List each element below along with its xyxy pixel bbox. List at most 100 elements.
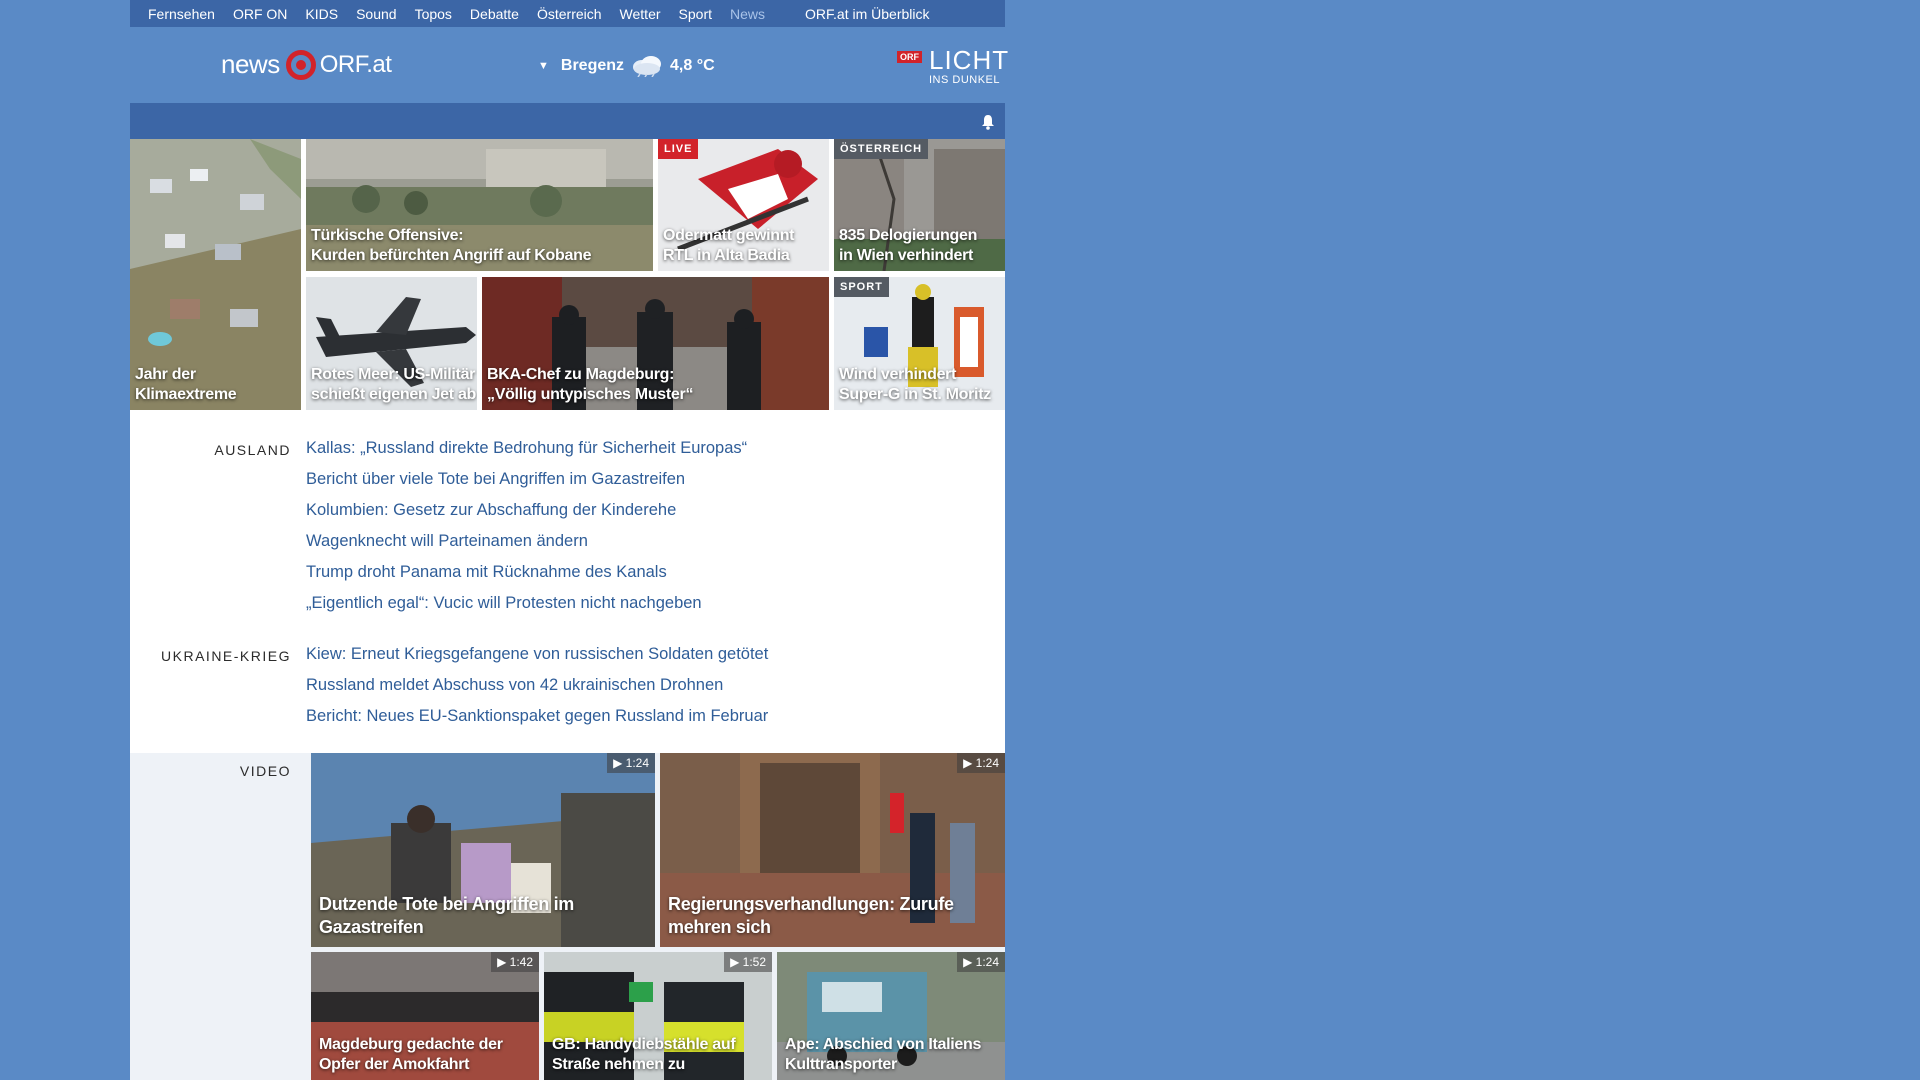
teaser-caption: Odermatt gewinnt RTL in Alta Badia [663, 226, 795, 266]
nav-item-debatte[interactable]: Debatte [452, 6, 519, 22]
section-label-video: VIDEO [239, 763, 291, 779]
video-caption: GB: Handydiebstähle auf Straße nehmen zu [552, 1035, 736, 1075]
weather-temperature: 4,8 °C [670, 57, 715, 74]
main-content: Jahr der Klimaextreme Türkische Offensiv… [130, 139, 1005, 1080]
news-link[interactable]: Kiew: Erneut Kriegsgefangene von russisc… [306, 645, 768, 664]
logo-orf-text: ORF.at [319, 50, 392, 78]
duration-text: 1:52 [742, 955, 766, 969]
caption-line-1: 835 Delogierungen [839, 227, 978, 244]
teaser-odermatt[interactable]: LIVE Odermatt gewinnt RTL in Alta Badia [658, 139, 829, 271]
weather-widget[interactable]: ▼ Bregenz 4,8 °C [538, 55, 715, 77]
licht-ins-dunkel-logo[interactable]: ORF LICHT INS DUNKEL [897, 47, 1008, 89]
nav-item-news[interactable]: News [712, 6, 765, 22]
licht-title: LICHT [929, 45, 1010, 75]
duration-text: 1:24 [975, 756, 999, 770]
teaser-kobane[interactable]: Türkische Offensive: Kurden befürchten An… [306, 139, 653, 271]
live-badge: LIVE [658, 139, 699, 159]
duration-text: 1:24 [625, 756, 649, 770]
news-link[interactable]: Kallas: „Russland direkte Bedrohung für … [306, 439, 747, 458]
caption-line-2: „Völlig untypisches Muster“ [487, 386, 694, 403]
nav-item-sound[interactable]: Sound [338, 6, 396, 22]
caption-line-2: schießt eigenen Jet ab [311, 386, 477, 403]
section-label-ausland: AUSLAND [214, 442, 291, 458]
site-header: news ORF.at ▼ Bregenz 4,8 °C ORF LICHT I… [130, 27, 1008, 103]
category-badge-sport: SPORT [834, 277, 889, 297]
caption-line-1: Türkische Offensive: [311, 227, 464, 244]
news-link[interactable]: Trump droht Panama mit Rücknahme des Kan… [306, 563, 667, 582]
caption-line-2: Straße nehmen zu [552, 1056, 686, 1073]
teaser-caption: Jahr der Klimaextreme [135, 366, 237, 403]
duration-text: 1:42 [509, 955, 533, 969]
video-section: VIDEO ▶ 1:24 Dutzende Tote bei Angriffen… [130, 753, 1005, 1080]
dropdown-triangle-icon: ▼ [538, 60, 549, 72]
video-teaser[interactable]: ▶ 1:24 Ape: Abschied von Italiens Kulttra… [777, 952, 1005, 1080]
orf-eye-icon [285, 49, 316, 80]
video-duration: ▶ 1:24 [957, 952, 1005, 972]
logo-news-text: news [221, 49, 280, 79]
video-caption: Regierungsverhandlungen: Zurufe mehren si… [668, 893, 954, 939]
nav-item-oesterreich[interactable]: Österreich [519, 6, 602, 22]
news-link[interactable]: Bericht: Neues EU-Sanktionspaket gegen R… [306, 707, 768, 726]
teaser-caption: BKA-Chef zu Magdeburg: „Völlig untypische… [487, 365, 693, 405]
video-caption: Dutzende Tote bei Angriffen im Gazastreif… [319, 893, 574, 939]
teaser-bka-magdeburg[interactable]: BKA-Chef zu Magdeburg: „Völlig untypische… [482, 277, 829, 410]
bell-icon[interactable] [981, 114, 995, 130]
nav-item-sport[interactable]: Sport [661, 6, 712, 22]
teaser-caption: Rotes Meer: US-Militär schießt eigenen Je… [311, 365, 476, 405]
top-navigation: Fernsehen ORF ON KIDS Sound Topos Debatt… [130, 0, 1005, 27]
video-duration: ▶ 1:42 [491, 952, 539, 972]
notification-bar [130, 103, 1005, 139]
news-orf-logo[interactable]: news ORF.at [221, 49, 392, 80]
licht-subtitle: INS DUNKEL [929, 74, 1001, 86]
caption-line-2: RTL in Alta Badia [663, 247, 790, 264]
news-link[interactable]: Kolumbien: Gesetz zur Abschaffung der Ki… [306, 501, 676, 520]
video-caption: Ape: Abschied von Italiens Kulttransporte… [785, 1035, 981, 1075]
caption-line-2: mehren sich [668, 917, 771, 937]
teaser-caption: Türkische Offensive: Kurden befürchten An… [311, 226, 591, 266]
video-caption: Magdeburg gedachte der Opfer der Amokfahr… [319, 1035, 503, 1075]
section-label-ukraine-krieg: UKRAINE-KRIEG [161, 648, 291, 664]
teaser-caption: Wind verhindert Super-G in St. Moritz [839, 365, 991, 405]
nav-item-kids[interactable]: KIDS [287, 6, 338, 22]
caption-line-1: GB: Handydiebstähle auf [552, 1036, 736, 1053]
nav-item-overview[interactable]: ORF.at im Überblick [787, 6, 929, 22]
cloud-rain-icon [633, 56, 662, 77]
news-link[interactable]: Wagenknecht will Parteinamen ändern [306, 532, 588, 551]
caption-line-1: Magdeburg gedachte der [319, 1036, 503, 1053]
news-link[interactable]: Russland meldet Abschuss von 42 ukrainis… [306, 676, 723, 695]
teaser-caption: 835 Delogierungen in Wien verhindert [839, 226, 977, 266]
caption-line-2: Kulttransporter [785, 1056, 897, 1073]
teaser-rotes-meer[interactable]: Rotes Meer: US-Militär schießt eigenen Je… [306, 277, 477, 410]
video-teaser[interactable]: ▶ 1:24 Regierungsverhandlungen: Zurufe me… [660, 753, 1005, 947]
weather-location: Bregenz [560, 57, 625, 74]
caption-line-1: Regierungsverhandlungen: Zurufe [668, 894, 954, 914]
nav-item-fernsehen[interactable]: Fernsehen [130, 6, 215, 22]
video-duration: ▶ 1:52 [724, 952, 772, 972]
caption-line-2: Super-G in St. Moritz [839, 386, 991, 403]
video-duration: ▶ 1:24 [607, 753, 655, 773]
nav-item-orf-on[interactable]: ORF ON [215, 6, 287, 22]
teaser-delogierungen[interactable]: ÖSTERREICH 835 Delogierungen in Wien verh… [834, 139, 1005, 271]
caption-line-1: Wind verhindert [839, 366, 957, 383]
video-teaser[interactable]: ▶ 1:24 Dutzende Tote bei Angriffen im Gaz… [311, 753, 655, 947]
duration-text: 1:24 [975, 955, 999, 969]
caption-line-2: Gazastreifen [319, 917, 424, 937]
teaser-super-g[interactable]: SPORT Wind verhindert Super-G in St. Mori… [834, 277, 1005, 410]
licht-orf-badge: ORF [897, 51, 922, 63]
news-link[interactable]: Bericht über viele Tote bei Angriffen im… [306, 470, 685, 489]
caption-line-2: Opfer der Amokfahrt [319, 1056, 470, 1073]
caption-line-1: BKA-Chef zu Magdeburg: [487, 366, 675, 383]
category-badge-oesterreich: ÖSTERREICH [834, 139, 929, 159]
nav-item-topos[interactable]: Topos [397, 6, 452, 22]
news-link[interactable]: „Eigentlich egal“: Vucic will Protesten … [306, 594, 702, 613]
caption-line-1: Dutzende Tote bei Angriffen im [319, 894, 574, 914]
video-duration: ▶ 1:24 [957, 753, 1005, 773]
caption-line-1: Odermatt gewinnt [663, 227, 795, 244]
nav-item-wetter[interactable]: Wetter [602, 6, 661, 22]
teaser-klimaextreme[interactable]: Jahr der Klimaextreme [130, 139, 301, 410]
video-teaser[interactable]: ▶ 1:52 GB: Handydiebstähle auf Straße neh… [544, 952, 772, 1080]
caption-line-1: Rotes Meer: US-Militär [311, 366, 476, 383]
caption-line-2: Kurden befürchten Angriff auf Kobane [311, 247, 592, 264]
caption-line-2: in Wien verhindert [839, 247, 974, 264]
video-teaser[interactable]: ▶ 1:42 Magdeburg gedachte der Opfer der A… [311, 952, 539, 1080]
